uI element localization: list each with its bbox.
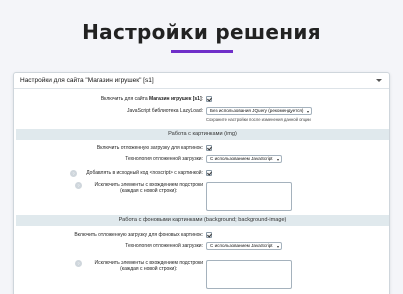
bg-lazy-checkbox[interactable]: [206, 232, 212, 238]
js-library-label: JavaScript библиотека LazyLoad:: [127, 108, 203, 114]
enable-site-checkbox[interactable]: [206, 96, 212, 102]
images-exclude-textarea[interactable]: [206, 182, 292, 211]
js-library-row: JavaScript библиотека LazyLoad: Без испо…: [14, 107, 389, 122]
images-noscript-label: Добавлять в исходный код <noscript> с ка…: [86, 170, 203, 176]
images-lazy-label: Включить отложенную загрузку для картино…: [96, 145, 203, 151]
settings-panel: Настройки для сайта "Магазин игрушек" [s…: [13, 72, 390, 294]
js-library-select[interactable]: Без использования JQuery (рекомендуется): [206, 107, 312, 115]
page-title: Настройки решения: [82, 20, 321, 44]
enable-site-label: Включить для сайта Магазин игрушек [s1]:: [100, 96, 203, 102]
bg-tech-label: Технология отложенной загрузки:: [125, 243, 203, 249]
images-exclude-label: Исключить элементы с вхождением подстрок…: [94, 182, 203, 194]
help-icon[interactable]: ?: [75, 182, 82, 189]
images-section-header: Работа с картинками (img): [16, 129, 389, 140]
title-underline: [171, 50, 233, 53]
bg-lazy-label: Включить отложенную загрузку для фоновых…: [74, 232, 203, 238]
panel-header[interactable]: Настройки для сайта "Магазин игрушек" [s…: [14, 73, 389, 89]
help-icon[interactable]: ?: [70, 169, 77, 177]
help-icon[interactable]: ?: [75, 260, 82, 267]
panel-title: Настройки для сайта "Магазин игрушек" [s…: [20, 77, 154, 84]
images-lazy-checkbox[interactable]: [206, 145, 212, 151]
bg-tech-select[interactable]: С использованием JavaScript: [206, 242, 282, 250]
bg-tech-row: Технология отложенной загрузки: С исполь…: [14, 242, 389, 250]
images-tech-label: Технология отложенной загрузки:: [125, 156, 203, 162]
images-tech-select[interactable]: С использованием JavaScript: [206, 155, 282, 163]
images-tech-row: Технология отложенной загрузки: С исполь…: [14, 155, 389, 163]
bg-exclude-textarea[interactable]: [206, 260, 292, 289]
collapse-caret-icon[interactable]: [376, 79, 382, 82]
bg-section-header: Работа с фоновыми картинками (background…: [16, 215, 389, 226]
js-library-note: Сохраните настройки после изменения данн…: [206, 117, 311, 122]
bg-exclude-label: Исключить элементы с вхождением подстрок…: [94, 260, 203, 272]
images-noscript-checkbox[interactable]: [206, 170, 212, 176]
